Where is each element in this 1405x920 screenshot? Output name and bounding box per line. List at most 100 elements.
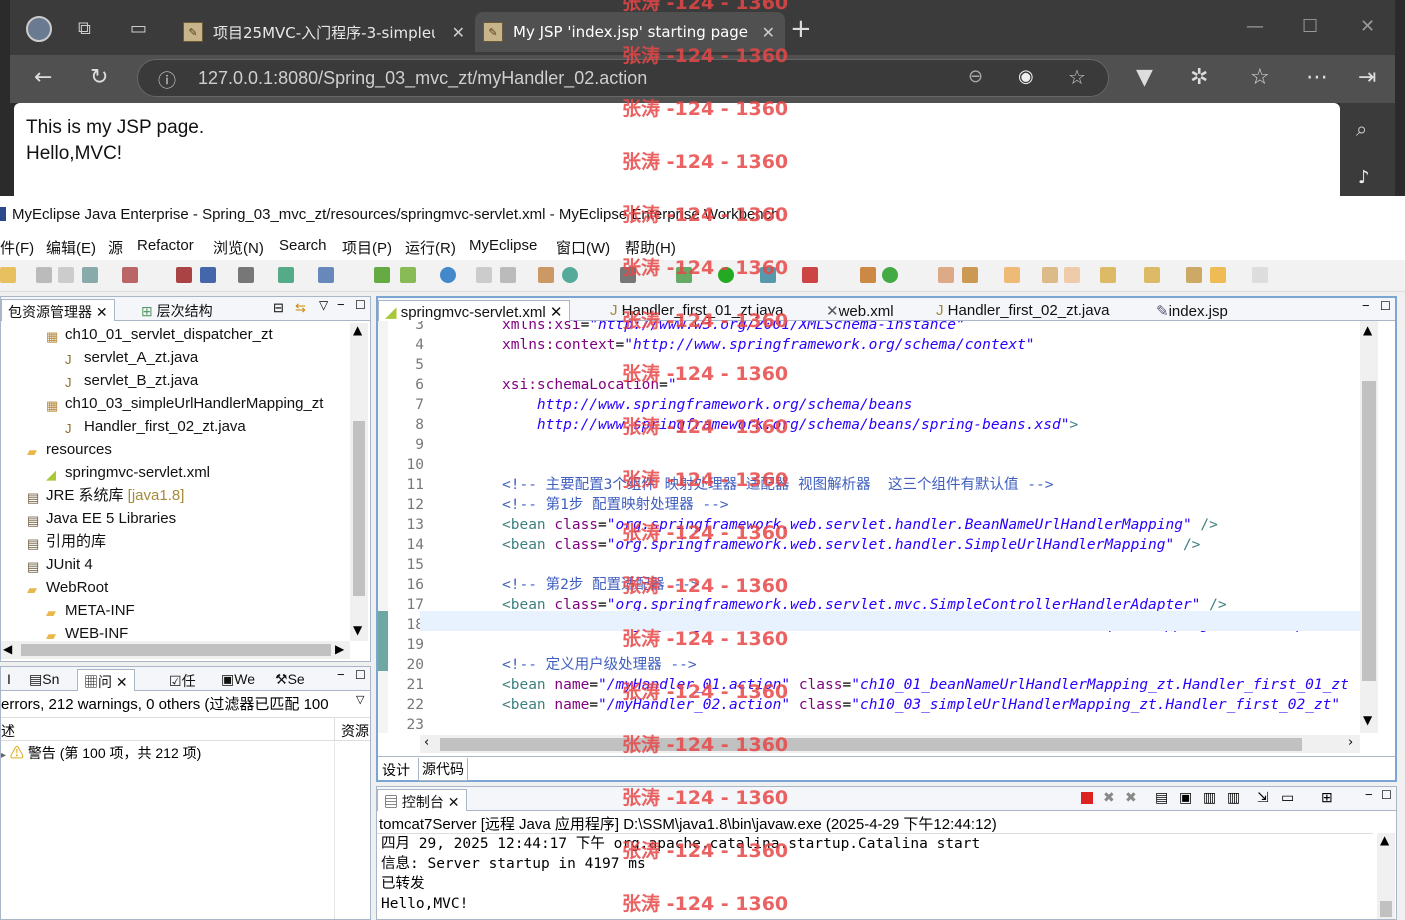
open-console-icon[interactable]: ⊞ xyxy=(1321,789,1333,806)
menu-project[interactable]: 项目(P) xyxy=(342,237,392,258)
reload-icon[interactable]: ↻ xyxy=(90,65,108,90)
new-wizard-icon[interactable] xyxy=(122,267,138,283)
code-line[interactable]: 7 http://www.springframework.org/schema/… xyxy=(388,395,1358,415)
prev-annotation-icon[interactable] xyxy=(1144,267,1160,283)
warning-row[interactable]: ▸ ⚠ 警告 (第 100 项，共 212 项) xyxy=(1,743,201,763)
open-folder-icon[interactable] xyxy=(938,267,954,283)
tab-package-explorer[interactable]: 包资源管理器 ✕ xyxy=(1,299,115,321)
scroll-up-icon[interactable]: ▲ xyxy=(1363,323,1372,337)
next-annotation-icon[interactable] xyxy=(1100,267,1116,283)
explorer-hscrollbar[interactable]: ◀ ▶ xyxy=(1,641,350,659)
open-task-icon[interactable] xyxy=(538,267,554,283)
display-console-icon[interactable]: ▭ xyxy=(1281,789,1294,806)
editor-tab-web-xml[interactable]: ✕web.xml xyxy=(820,300,900,322)
search-tool-icon[interactable] xyxy=(318,267,334,283)
maximize-view-icon[interactable]: ☐ xyxy=(355,298,366,312)
search-icon[interactable]: ⌕ xyxy=(1356,117,1367,141)
open-resource-icon[interactable] xyxy=(200,267,216,283)
close-icon[interactable]: ✕ xyxy=(96,304,108,320)
code-line[interactable]: 22 <bean name="/myHandler_02.action" clas… xyxy=(388,695,1358,715)
new-tab-button[interactable]: + xyxy=(790,14,812,44)
last-edit-icon[interactable] xyxy=(1186,267,1202,283)
tab-console[interactable]: ▤ 控制台 ✕ xyxy=(377,789,467,811)
menu-file[interactable]: 件(F) xyxy=(0,237,34,258)
scroll-right-icon[interactable]: ▶ xyxy=(335,642,344,656)
minimize-icon[interactable]: — xyxy=(1246,16,1264,37)
maximize-view-icon[interactable]: ☐ xyxy=(1381,788,1392,802)
external-tools-icon[interactable] xyxy=(802,267,818,283)
clear-console-icon[interactable]: ▤ xyxy=(1155,789,1168,806)
explorer-vscrollbar[interactable]: ▲ ▼ xyxy=(350,323,368,641)
editor-hscrollbar[interactable]: ‹ › xyxy=(420,735,1360,753)
remove-all-icon[interactable]: ✖ xyxy=(1125,789,1137,806)
favorite-star-icon[interactable]: ☆ xyxy=(1068,65,1086,89)
collapse-all-icon[interactable]: ⊟ xyxy=(273,300,284,316)
tree-item[interactable]: ◢ springmvc-servlet.xml xyxy=(46,461,210,484)
close-icon[interactable]: ✕ xyxy=(116,674,128,690)
new-package-icon[interactable] xyxy=(860,267,876,283)
code-line[interactable]: 14 <bean class="org.springframework.web.s… xyxy=(388,535,1358,555)
forward-nav-icon[interactable] xyxy=(1252,267,1268,283)
run-coverage-icon[interactable] xyxy=(760,267,776,283)
hscroll-thumb[interactable] xyxy=(440,738,1302,751)
link-editor-icon[interactable]: ⇆ xyxy=(295,300,306,316)
code-line[interactable]: 15 xyxy=(388,555,1358,575)
minimize-view-icon[interactable]: − xyxy=(1365,787,1373,802)
tree-item[interactable]: ▤ 引用的库 xyxy=(27,530,106,553)
scroll-thumb[interactable] xyxy=(1380,901,1392,917)
globe-icon[interactable] xyxy=(562,267,578,283)
code-line[interactable]: 16 <!-- 第2步 配置适配器 --> xyxy=(388,575,1358,595)
tree-item[interactable]: J Handler_first_02_zt.java xyxy=(65,415,246,438)
browser-tab-1[interactable]: ✎ 项目25MVC-入门程序-3-simpleur ✕ xyxy=(175,12,475,52)
minimize-editor-icon[interactable]: − xyxy=(1362,298,1370,313)
remove-launch-icon[interactable]: ✖ xyxy=(1103,789,1115,806)
scroll-left-icon[interactable]: ◀ xyxy=(3,642,12,656)
view-menu-icon[interactable]: ▽ xyxy=(319,298,328,312)
toggle-icon[interactable] xyxy=(476,267,492,283)
problems-view-menu-icon[interactable]: ▽ xyxy=(356,693,364,706)
pin-console-icon[interactable]: ⇲ xyxy=(1257,789,1269,806)
menu-myeclipse[interactable]: MyEclipse xyxy=(469,237,537,254)
profile-avatar[interactable] xyxy=(26,16,52,42)
code-line[interactable]: 19 xyxy=(388,635,1358,655)
tree-item[interactable]: ▤ Java EE 5 Libraries xyxy=(27,507,176,530)
tab-i[interactable]: I xyxy=(1,669,17,691)
tree-item[interactable]: ▦ ch10_03_simpleUrlHandlerMapping_zt xyxy=(46,392,323,415)
menu-source[interactable]: 源 xyxy=(108,237,123,258)
site-info-icon[interactable]: ⓘ xyxy=(158,67,176,93)
code-line[interactable]: 6 xsi:schemaLocation=" xyxy=(388,375,1358,395)
console-vscrollbar[interactable]: ▲ xyxy=(1377,833,1395,919)
code-line[interactable]: 5 xyxy=(388,355,1358,375)
tab-web[interactable]: ▣We xyxy=(215,669,261,691)
tree-item[interactable]: ▰ resources xyxy=(27,438,112,461)
back-arrow-icon[interactable]: ← xyxy=(34,65,52,90)
new-icon[interactable] xyxy=(0,267,16,283)
close-tab-icon[interactable]: ✕ xyxy=(452,23,465,42)
deploy-icon[interactable] xyxy=(278,267,294,283)
open-type-icon[interactable] xyxy=(176,267,192,283)
zoom-icon[interactable]: ⊖ xyxy=(968,66,983,87)
print-icon[interactable] xyxy=(82,267,98,283)
folder-open-icon[interactable] xyxy=(1004,267,1020,283)
maximize-editor-icon[interactable]: ☐ xyxy=(1380,299,1391,313)
back-nav-icon[interactable] xyxy=(1210,267,1226,283)
menu-window[interactable]: 窗口(W) xyxy=(556,237,610,258)
tree-item[interactable]: ▰ WebRoot xyxy=(27,576,108,599)
console-output[interactable]: 四月 29, 2025 12:44:17 下午 org.apache.catal… xyxy=(377,833,1373,919)
close-icon[interactable]: ✕ xyxy=(550,304,563,321)
scroll-thumb[interactable] xyxy=(1362,381,1376,681)
code-line[interactable]: 9 xyxy=(388,435,1358,455)
scroll-thumb[interactable] xyxy=(353,421,365,596)
translate-icon[interactable]: ◉ xyxy=(1018,66,1034,87)
run-icon[interactable] xyxy=(718,267,734,283)
more-menu-icon[interactable]: ⋯ xyxy=(1306,65,1328,90)
server-icon[interactable] xyxy=(238,267,254,283)
tree-item[interactable]: ▤ JRE 系统库 [java1.8] xyxy=(27,484,184,507)
annotation-icon[interactable] xyxy=(1042,267,1058,283)
menu-edit[interactable]: 编辑(E) xyxy=(46,237,96,258)
debug-icon[interactable] xyxy=(676,267,692,283)
code-area[interactable]: 3 xmlns:xsi="http://www.w3.org/2001/XMLSc… xyxy=(388,321,1358,733)
new-project-icon[interactable] xyxy=(374,267,390,283)
workspaces-icon[interactable]: ⧉ xyxy=(78,18,91,39)
menu-search[interactable]: Search xyxy=(279,237,327,254)
